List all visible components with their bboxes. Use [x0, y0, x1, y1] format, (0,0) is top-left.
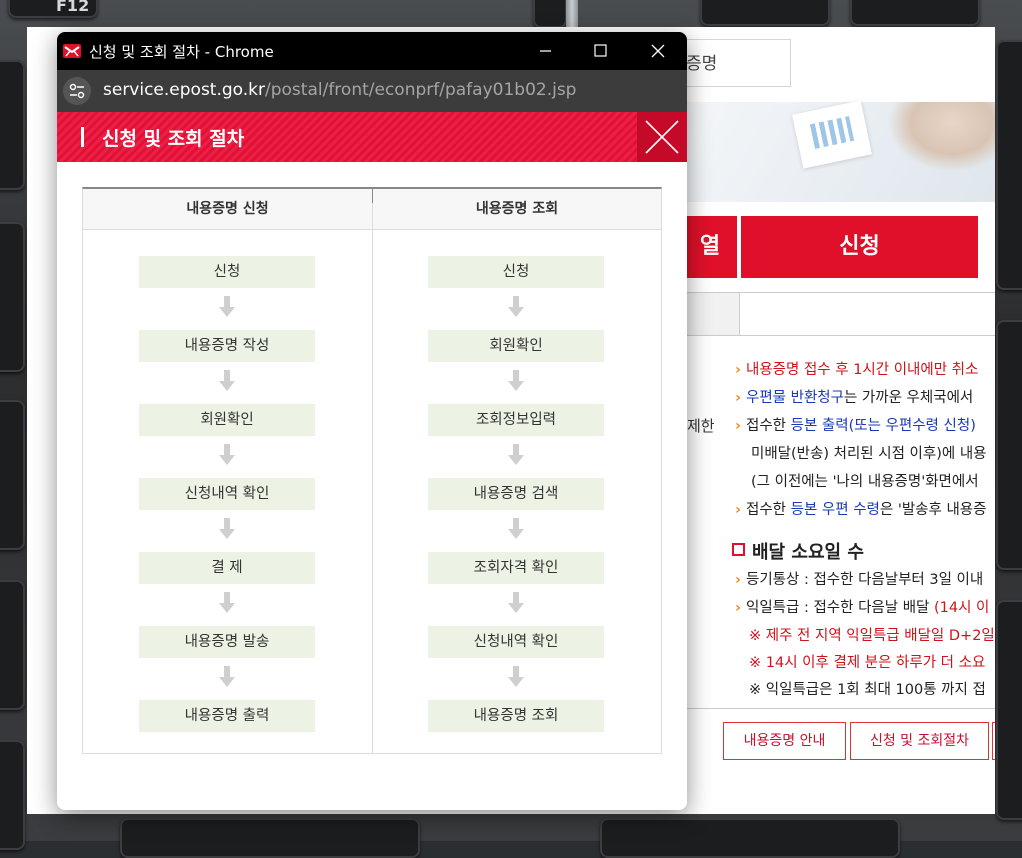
inquiry-step: 회원확인	[428, 330, 604, 362]
heading-bullet-icon	[732, 543, 745, 556]
apply-step: 내용증명 발송	[139, 626, 315, 658]
arrow-down-icon	[219, 444, 235, 465]
keyboard-key	[996, 320, 1022, 570]
popup-window: 신청 및 조회 절차 - Chrome service.epost.go.kr/…	[57, 32, 687, 810]
arrow-down-icon	[508, 370, 524, 391]
apply-step: 회원확인	[139, 404, 315, 436]
keyboard-key-f12: F12	[8, 0, 98, 18]
address-bar[interactable]: service.epost.go.kr/postal/front/econprf…	[57, 70, 687, 112]
keyboard-key	[0, 60, 25, 190]
background-button-left[interactable]: 열	[683, 216, 737, 278]
arrow-down-icon	[508, 518, 524, 539]
laptop-hinge	[566, 0, 578, 30]
url-text[interactable]: service.epost.go.kr/postal/front/econprf…	[103, 80, 576, 100]
minimize-button[interactable]	[522, 32, 568, 70]
inquiry-step: 내용증명 검색	[428, 478, 604, 510]
arrow-down-icon	[219, 592, 235, 613]
maximize-button[interactable]	[577, 32, 623, 70]
arrow-down-icon	[508, 666, 524, 687]
apply-step: 내용증명 출력	[139, 700, 315, 732]
keyboard-key	[850, 0, 980, 26]
site-settings-glyph	[69, 83, 85, 99]
arrow-down-icon	[508, 296, 524, 317]
popup-header: 신청 및 조회 절차	[57, 112, 687, 162]
arrow-down-icon	[508, 444, 524, 465]
inquiry-step: 조회정보입력	[428, 404, 604, 436]
inquiry-step: 신청내역 확인	[428, 626, 604, 658]
close-window-button[interactable]	[635, 32, 681, 70]
procedure-table: 내용증명 신청 내용증명 조회 신청 내용증명 작성 회원확인 신청내역 확인 …	[82, 187, 662, 754]
background-tab[interactable]	[687, 292, 740, 336]
apply-step: 내용증명 작성	[139, 330, 315, 362]
inquiry-step: 조회자격 확인	[428, 552, 604, 584]
keyboard-key	[0, 740, 25, 850]
epost-app-icon	[63, 44, 81, 58]
arrow-down-icon	[219, 518, 235, 539]
key-label-f12: F12	[56, 0, 90, 15]
inquiry-step: 신청	[428, 256, 604, 288]
delivery-note: ※ 익일특급은 1회 최대 100통 까지 접	[749, 682, 986, 698]
notice-line: › 접수한 등본 우편 수령은 '발송후 내용증	[735, 502, 987, 518]
delivery-note: ※ 제주 전 지역 익일특급 배달일 D+2일	[749, 628, 995, 644]
arrow-down-icon	[508, 592, 524, 613]
keyboard-key	[600, 818, 900, 858]
notice-line: › 내용증명 접수 후 1시간 이내에만 취소	[735, 362, 979, 378]
notice-line: › 접수한 등본 출력(또는 우편수령 신청)	[735, 418, 976, 434]
maximize-icon	[594, 44, 607, 57]
minimize-icon	[540, 50, 551, 52]
apply-step: 신청내역 확인	[139, 478, 315, 510]
keyboard-key	[700, 0, 830, 26]
guide-button[interactable]: 내용증명 안내	[723, 722, 846, 760]
background-tab[interactable]	[740, 292, 995, 336]
background-hero-image	[687, 100, 995, 202]
popup-title: 신청 및 조회 절차	[102, 128, 245, 150]
site-settings-icon[interactable]	[63, 77, 91, 105]
window-title: 신청 및 조회 절차 - Chrome	[89, 43, 274, 61]
popup-close-button[interactable]	[637, 112, 687, 162]
procedure-button[interactable]: 신청 및 조회절차	[850, 722, 989, 760]
background-search-box[interactable]: 증명	[679, 39, 791, 87]
keyboard-key	[533, 0, 567, 28]
keyboard-key	[996, 40, 1022, 290]
header-accent-bar	[81, 127, 84, 147]
apply-step: 결 제	[139, 552, 315, 584]
delivery-heading: 배달 소요일 수	[732, 538, 864, 564]
keyboard-key	[120, 818, 420, 858]
column-divider	[372, 189, 373, 754]
close-icon	[651, 44, 665, 58]
arrow-down-icon	[219, 296, 235, 317]
notice-line: 미배달(반송) 처리된 시점 이후)에 내용	[751, 446, 987, 462]
keyboard-key	[0, 400, 25, 550]
close-icon	[645, 120, 679, 154]
background-apply-button[interactable]: 신청	[741, 216, 978, 278]
arrow-down-icon	[219, 370, 235, 391]
delivery-line: › 등기통상 : 접수한 다음날부터 3일 이내	[735, 572, 984, 588]
keyboard-key	[0, 222, 25, 372]
keyboard-key	[0, 580, 25, 710]
delivery-line: › 익일특급 : 접수한 다음날 배달 (14시 이	[735, 600, 990, 616]
background-side-label: 제한	[687, 417, 715, 435]
background-divider	[687, 708, 995, 709]
arrow-down-icon	[219, 666, 235, 687]
column-heading-apply: 내용증명 신청	[83, 189, 372, 230]
return-request-link[interactable]: 우편물 반환청구	[746, 390, 844, 406]
delivery-note: ※ 14시 이후 결제 분은 하루가 더 소요	[749, 655, 986, 671]
more-button[interactable]	[992, 722, 995, 760]
notice-line: › 우편물 반환청구는 가까운 우체국에서	[735, 390, 974, 406]
column-heading-inquiry: 내용증명 조회	[373, 189, 661, 230]
notice-line: (그 이전에는 '나의 내용증명'화면에서	[751, 474, 979, 490]
apply-step: 신청	[139, 256, 315, 288]
title-bar[interactable]: 신청 및 조회 절차 - Chrome	[57, 32, 687, 70]
hero-hand	[887, 102, 995, 172]
inquiry-step: 내용증명 조회	[428, 700, 604, 732]
keyboard-key	[996, 600, 1022, 820]
column-divider-top	[372, 189, 373, 203]
